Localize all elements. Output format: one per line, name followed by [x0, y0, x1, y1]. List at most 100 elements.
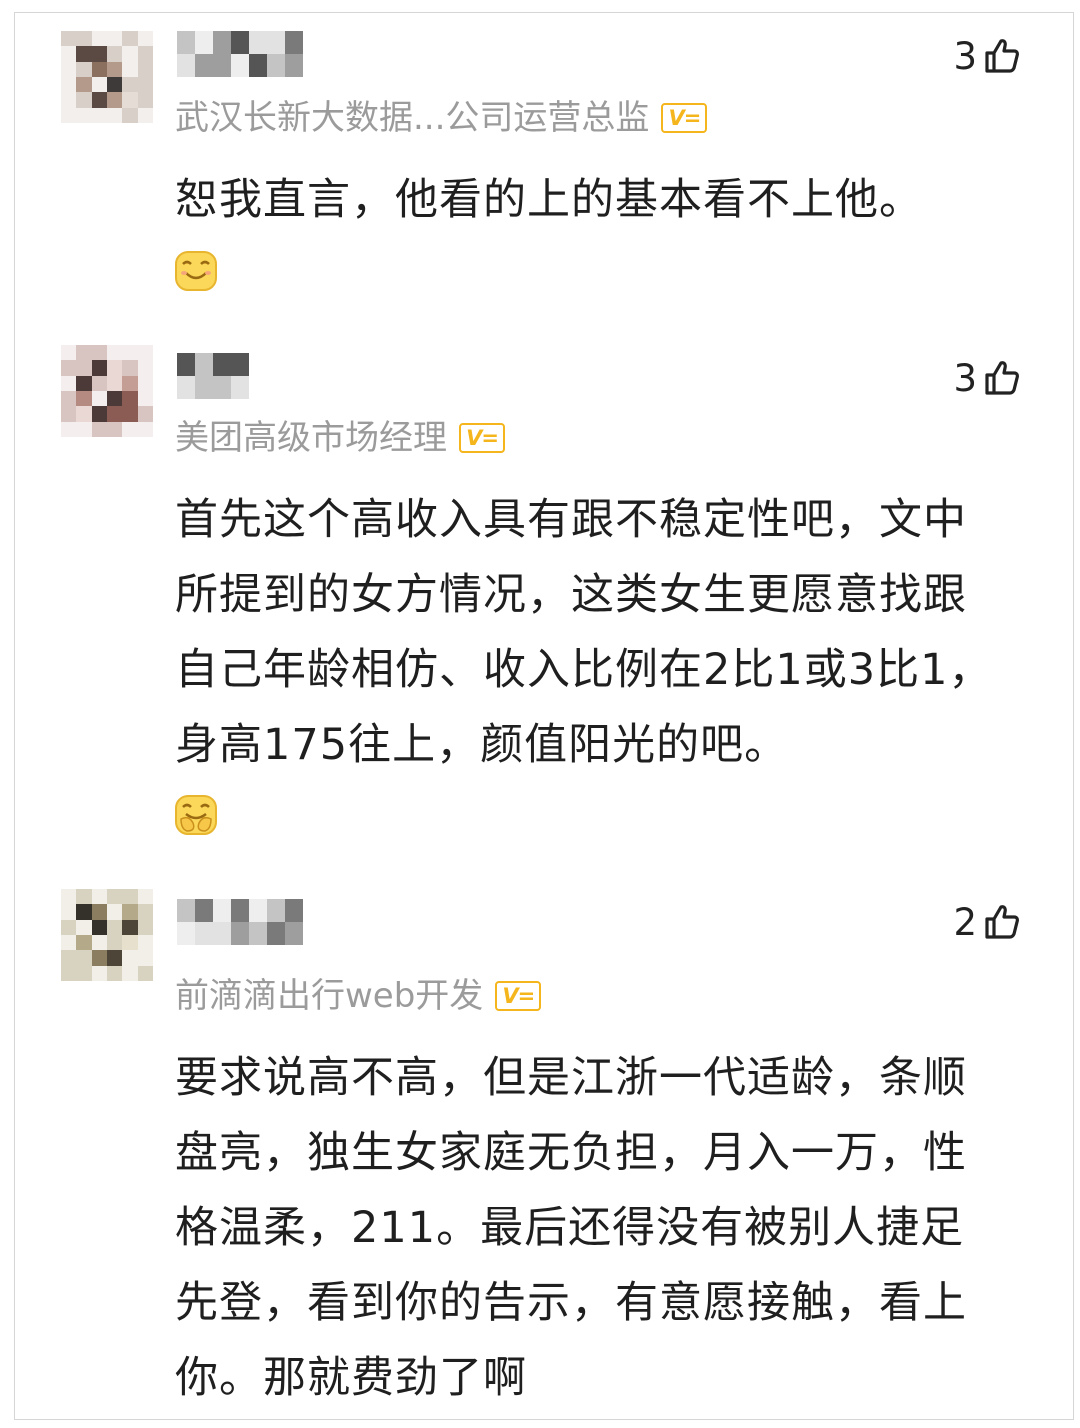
user-title: 前滴滴出行web开发 V= — [175, 979, 542, 1013]
username-pixel — [285, 31, 303, 54]
avatar-pixel — [76, 904, 92, 920]
avatar-pixel — [122, 345, 138, 361]
avatar-pixel — [106, 950, 123, 966]
avatar-pixel — [61, 31, 77, 47]
like-button[interactable]: 3 — [953, 37, 1021, 75]
avatar-pixel — [137, 406, 153, 422]
avatar-pixel — [91, 934, 107, 951]
avatar-pixel — [106, 92, 123, 108]
avatar[interactable] — [61, 889, 153, 981]
avatar-pixel — [91, 360, 107, 376]
avatar-pixel — [91, 390, 107, 407]
avatar-pixel — [122, 919, 138, 935]
comment-text: 首先这个高收入具有跟不稳定性吧，文中所提到的女方情况，这类女生更愿意找跟自己年龄… — [175, 495, 993, 770]
avatar-pixel — [106, 904, 123, 920]
avatar-pixel — [76, 965, 92, 981]
username-pixel — [213, 31, 231, 54]
username-pixel — [231, 54, 249, 77]
avatar-pixel — [76, 92, 92, 108]
avatar-pixel — [122, 46, 138, 62]
avatar-pixel — [106, 934, 123, 951]
comment-text: 要求说高不高，但是江浙一代适龄，条顺盘亮，独生女家庭无负担，月入一万，性格温柔，… — [175, 1053, 967, 1403]
avatar-pixel — [122, 61, 138, 77]
avatar-pixel — [91, 92, 107, 108]
avatar-pixel — [106, 46, 123, 62]
avatar-pixel — [137, 107, 153, 123]
username-pixel — [195, 353, 213, 376]
username-redacted[interactable] — [177, 31, 303, 77]
avatar-pixel — [106, 107, 123, 123]
avatar-pixel — [76, 76, 92, 93]
user-title-text: 武汉长新大数据...公司运营总监 — [175, 98, 650, 138]
avatar-pixel — [137, 934, 153, 951]
avatar-pixel — [122, 31, 138, 47]
avatar-pixel — [91, 889, 107, 905]
avatar-pixel — [61, 92, 77, 108]
username-pixel — [177, 31, 195, 54]
like-button[interactable]: 3 — [953, 359, 1021, 397]
facepalm-laugh-emoji-icon — [175, 793, 217, 835]
avatar-pixel — [122, 375, 138, 391]
username-pixel — [231, 899, 249, 922]
avatar-pixel — [137, 76, 153, 93]
username-pixel — [249, 922, 267, 945]
avatar-pixel — [122, 965, 138, 981]
avatar-pixel — [137, 965, 153, 981]
avatar-pixel — [91, 950, 107, 966]
username-pixel — [177, 899, 195, 922]
user-title: 美团高级市场经理 V= — [175, 421, 505, 455]
username-pixel — [267, 31, 285, 54]
thumbs-up-icon — [983, 903, 1021, 941]
avatar-pixel — [91, 375, 107, 391]
username-pixel — [267, 54, 285, 77]
avatar-pixel — [91, 107, 107, 123]
avatar-pixel — [106, 31, 123, 47]
username-pixel — [177, 922, 195, 945]
avatar-pixel — [61, 360, 77, 376]
username-pixel — [213, 899, 231, 922]
avatar-pixel — [106, 919, 123, 935]
avatar-pixel — [91, 61, 107, 77]
avatar-pixel — [137, 950, 153, 966]
avatar-pixel — [61, 904, 77, 920]
avatar-pixel — [106, 76, 123, 93]
avatar-pixel — [61, 406, 77, 422]
avatar-pixel — [76, 919, 92, 935]
user-title-text: 美团高级市场经理 — [175, 418, 447, 458]
username-pixel — [249, 899, 267, 922]
username-pixel — [177, 376, 195, 399]
like-count: 3 — [953, 356, 977, 400]
avatar-pixel — [106, 965, 123, 981]
like-button[interactable]: 2 — [953, 903, 1021, 941]
thumbs-up-icon — [983, 37, 1021, 75]
avatar-pixel — [61, 375, 77, 391]
username-pixel — [195, 54, 213, 77]
verified-v-badge-icon: V= — [459, 423, 505, 453]
avatar-pixel — [61, 919, 77, 935]
username-redacted[interactable] — [177, 353, 249, 399]
username-pixel — [267, 899, 285, 922]
username-pixel — [195, 376, 213, 399]
username-pixel — [231, 31, 249, 54]
avatar[interactable] — [61, 345, 153, 437]
avatar-pixel — [76, 46, 92, 62]
username-redacted[interactable] — [177, 899, 303, 945]
avatar-pixel — [137, 31, 153, 47]
avatar-pixel — [122, 889, 138, 905]
username-pixel — [249, 31, 267, 54]
avatar-pixel — [122, 360, 138, 376]
username-pixel — [249, 54, 267, 77]
avatar-pixel — [137, 390, 153, 407]
avatar-pixel — [122, 92, 138, 108]
comment-text: 恕我直言，他看的上的基本看不上他。 — [175, 175, 923, 225]
avatar-pixel — [106, 61, 123, 77]
username-pixel — [231, 353, 249, 376]
avatar-pixel — [137, 92, 153, 108]
avatar-pixel — [137, 345, 153, 361]
avatar-pixel — [106, 889, 123, 905]
avatar-pixel — [137, 375, 153, 391]
username-pixel — [285, 54, 303, 77]
avatar[interactable] — [61, 31, 153, 123]
avatar-pixel — [91, 965, 107, 981]
avatar-pixel — [137, 919, 153, 935]
